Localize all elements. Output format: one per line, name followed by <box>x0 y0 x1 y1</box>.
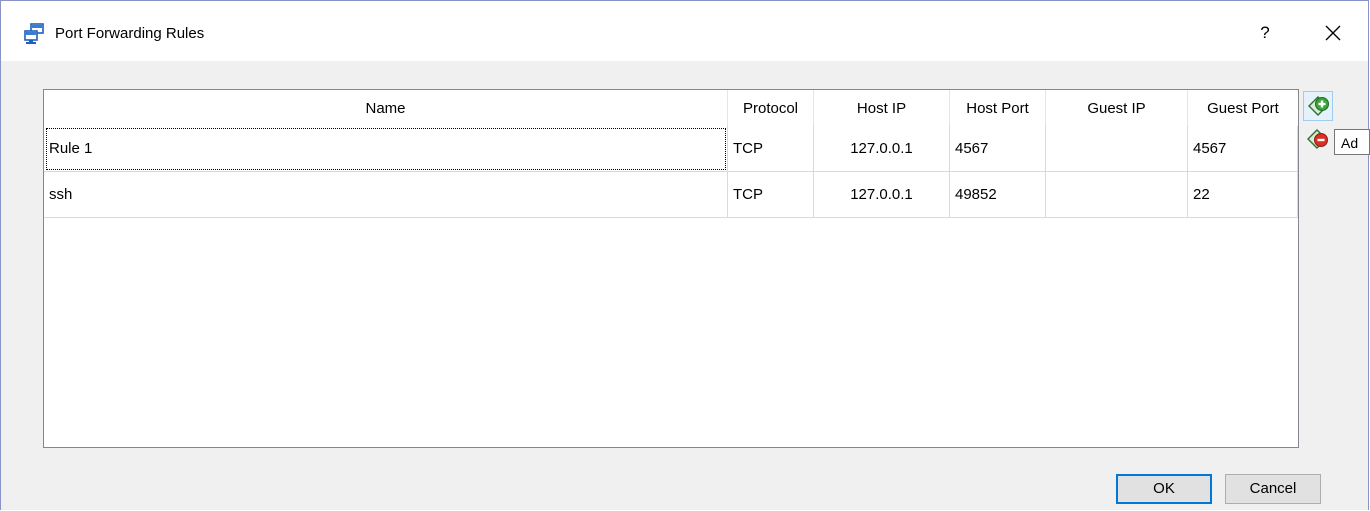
column-header-protocol[interactable]: Protocol <box>728 90 814 126</box>
ok-button[interactable]: OK <box>1116 474 1212 504</box>
column-header-guest-port[interactable]: Guest Port <box>1188 90 1298 126</box>
add-rule-tooltip: Ad <box>1334 129 1370 155</box>
network-icon <box>24 23 44 44</box>
column-header-host-port[interactable]: Host Port <box>950 90 1046 126</box>
cell-host-ip[interactable]: 127.0.0.1 <box>814 126 950 172</box>
cell-host-port[interactable]: 49852 <box>950 172 1046 218</box>
help-button[interactable]: ? <box>1247 15 1283 51</box>
column-header-host-ip[interactable]: Host IP <box>814 90 950 126</box>
cell-protocol[interactable]: TCP <box>728 126 814 172</box>
dialog-title: Port Forwarding Rules <box>55 25 205 42</box>
cell-host-ip[interactable]: 127.0.0.1 <box>814 172 950 218</box>
close-icon[interactable] <box>1315 15 1351 51</box>
table-header: Name Protocol Host IP Host Port Guest IP… <box>44 90 1298 126</box>
cell-guest-ip[interactable] <box>1046 172 1188 218</box>
column-header-guest-ip[interactable]: Guest IP <box>1046 90 1188 126</box>
rules-table[interactable]: Name Protocol Host IP Host Port Guest IP… <box>43 89 1299 448</box>
table-row[interactable]: Rule 1 TCP 127.0.0.1 4567 4567 <box>44 126 1298 172</box>
column-header-name[interactable]: Name <box>44 90 728 126</box>
add-rule-button[interactable] <box>1303 91 1333 121</box>
cancel-button[interactable]: Cancel <box>1225 474 1321 504</box>
cell-host-port[interactable]: 4567 <box>950 126 1046 172</box>
cell-protocol[interactable]: TCP <box>728 172 814 218</box>
cell-guest-port[interactable]: 4567 <box>1188 126 1298 172</box>
remove-rule-button[interactable] <box>1303 125 1333 155</box>
remove-rule-icon <box>1307 129 1328 149</box>
title-bar: Port Forwarding Rules ? <box>1 1 1368 61</box>
cell-guest-port[interactable]: 22 <box>1188 172 1298 218</box>
table-row[interactable]: ssh TCP 127.0.0.1 49852 22 <box>44 172 1298 218</box>
add-rule-icon <box>1308 96 1329 116</box>
port-forwarding-dialog: Port Forwarding Rules ? Name Protocol Ho… <box>0 0 1370 510</box>
cell-name[interactable]: Rule 1 <box>44 126 728 172</box>
cell-guest-ip[interactable] <box>1046 126 1188 172</box>
cell-name[interactable]: ssh <box>44 172 728 218</box>
